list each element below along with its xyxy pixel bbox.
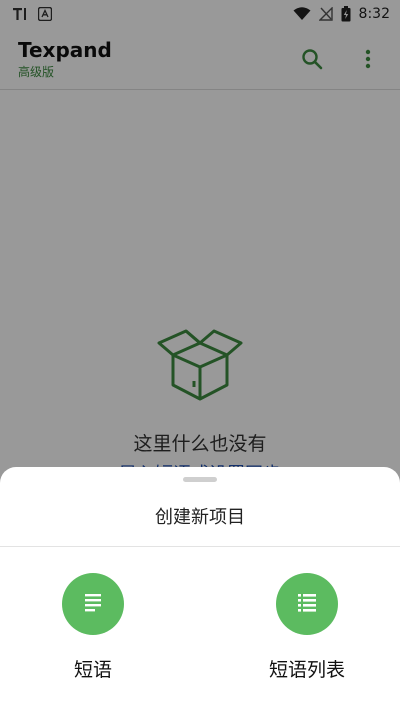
- app-screen: 8:32 Texpand 高级版 这里什么也没有 创建新项目 短语 短语列表: [0, 0, 400, 711]
- option-circle: [276, 573, 338, 635]
- create-phrase-button[interactable]: 短语: [23, 573, 163, 682]
- short-text-icon: [82, 591, 104, 617]
- sheet-title: 创建新项目: [155, 507, 245, 528]
- option-label: 短语列表: [268, 659, 345, 681]
- list-icon: [296, 591, 318, 617]
- divider: [0, 546, 400, 547]
- option-circle: [62, 573, 124, 635]
- option-label: 短语: [73, 659, 112, 681]
- create-phrase-list-button[interactable]: 短语列表: [237, 573, 377, 682]
- create-item-bottom-sheet: 创建新项目 短语 短语列表: [0, 467, 400, 711]
- drag-handle[interactable]: [183, 477, 217, 482]
